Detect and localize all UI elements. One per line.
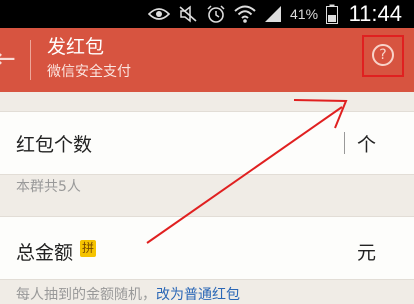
alarm-icon [207,5,225,23]
signal-icon [265,6,281,22]
total-amount-row[interactable]: 总金额 拼 元 [0,216,414,280]
wifi-icon [234,5,256,23]
page-subtitle: 微信安全支付 [47,64,131,80]
amount-hint-text: 每人抽到的金额随机， [16,287,156,303]
packet-count-unit: 个 [356,134,376,156]
page-title: 发红包 [47,36,105,58]
group-size-hint: 本群共5人 [16,179,81,195]
status-icons: 41% [148,3,339,25]
eye-icon [148,8,170,20]
packet-count-row[interactable]: 红包个数 个 [0,111,414,175]
total-amount-label: 总金额 [16,242,74,264]
status-bar: 41% 11:44 [0,0,414,28]
title-divider [30,40,31,80]
help-highlight-box: ? [362,35,404,77]
back-arrow-icon[interactable]: ← [0,46,16,72]
switch-to-normal-link[interactable]: 改为普通红包 [156,287,240,303]
packet-count-label: 红包个数 [16,134,93,156]
clock: 11:44 [348,1,402,26]
random-amount-badge: 拼 [80,240,97,257]
battery-icon [326,4,339,24]
mute-icon [179,5,197,23]
total-amount-unit: 元 [356,242,376,264]
battery-percent: 41% [290,6,319,22]
title-bar: ← 发红包 微信安全支付 ? [0,28,414,92]
amount-hint: 每人抽到的金额随机，改为普通红包 [16,284,240,304]
help-icon[interactable]: ? [372,44,394,66]
text-cursor [344,132,345,154]
